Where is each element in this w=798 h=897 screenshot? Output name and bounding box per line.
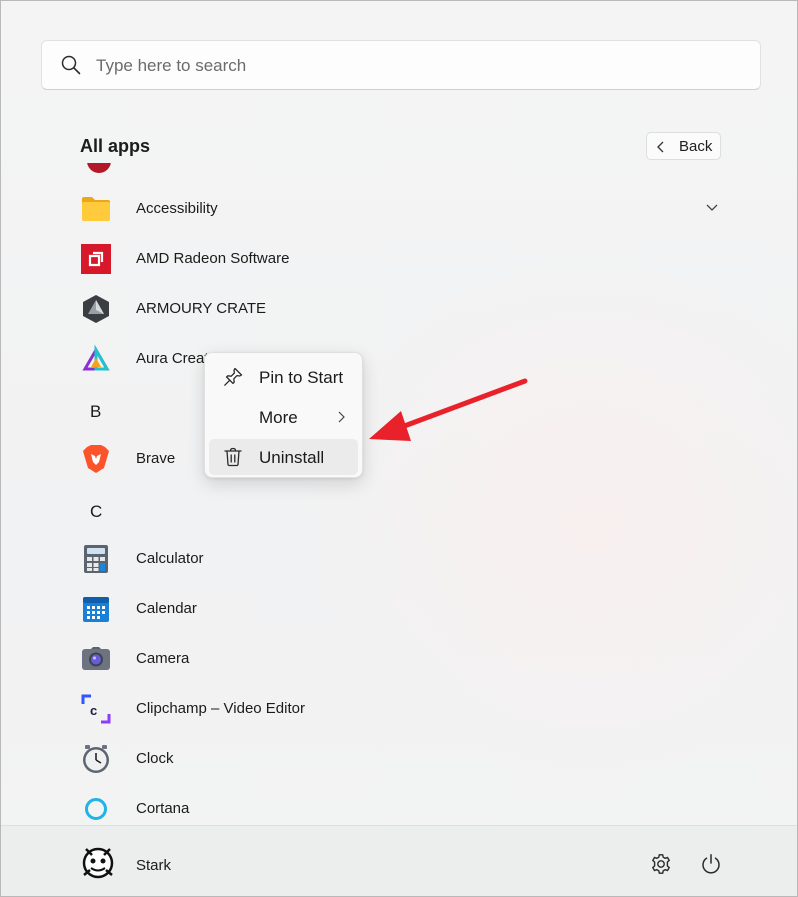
armoury-crate-icon	[80, 293, 112, 325]
aura-creator-icon	[80, 343, 112, 375]
app-name: Calendar	[136, 600, 197, 617]
power-icon[interactable]	[700, 853, 722, 875]
menu-item-more[interactable]: More	[209, 399, 358, 435]
search-icon	[61, 55, 81, 75]
gear-icon[interactable]	[650, 853, 672, 875]
menu-item-label: More	[259, 408, 298, 427]
menu-item-pin-to-start[interactable]: Pin to Start	[209, 359, 358, 395]
menu-item-label: Pin to Start	[259, 368, 344, 387]
clipchamp-icon: c	[80, 693, 112, 725]
pin-icon	[224, 367, 243, 386]
start-footer: Stark	[1, 825, 797, 896]
app-item-calendar[interactable]: Calendar	[1, 587, 761, 631]
app-name: Cortana	[136, 800, 190, 817]
app-name: AMD Radeon Software	[136, 250, 290, 267]
menu-item-uninstall[interactable]: Uninstall	[209, 439, 358, 475]
cortana-icon	[80, 793, 112, 825]
menu-item-label: Uninstall	[259, 448, 325, 467]
svg-text:c: c	[90, 703, 97, 718]
app-item-accessibility[interactable]: Accessibility	[1, 187, 761, 231]
back-button[interactable]: Back	[646, 132, 721, 160]
clock-icon	[80, 743, 112, 775]
chevron-down-icon[interactable]	[705, 202, 719, 214]
brave-icon	[80, 443, 112, 475]
search-input[interactable]: Type here to search	[96, 56, 246, 76]
annotation-arrow	[369, 378, 528, 441]
calendar-icon	[80, 593, 112, 625]
chevron-right-icon	[338, 411, 345, 423]
amd-radeon-icon	[80, 243, 112, 275]
app-item-amd-radeon[interactable]: AMD Radeon Software	[1, 237, 761, 281]
user-name[interactable]: Stark	[136, 857, 171, 874]
app-item-armoury-crate[interactable]: ARMOURY CRATE	[1, 287, 761, 331]
folder-icon	[80, 193, 112, 225]
app-item-camera[interactable]: Camera	[1, 637, 761, 681]
context-menu: Pin to Start More Uninstall	[204, 352, 363, 478]
app-name: Calculator	[136, 550, 204, 567]
page-title: All apps	[80, 136, 151, 156]
app-name: Clock	[136, 750, 174, 767]
trash-icon	[224, 447, 242, 467]
app-name: Brave	[136, 450, 176, 467]
app-name: Accessibility	[136, 200, 218, 217]
section-letter-b[interactable]: B	[90, 402, 101, 422]
app-name: Clipchamp – Video Editor	[136, 700, 305, 717]
section-letter-c[interactable]: C	[90, 502, 102, 522]
search-box[interactable]: Type here to search	[41, 40, 761, 90]
app-name: ARMOURY CRATE	[136, 300, 267, 317]
start-menu: Type here to search All apps Back Access…	[0, 0, 798, 897]
calculator-icon	[80, 543, 112, 575]
avatar[interactable]	[80, 845, 116, 881]
app-name: Camera	[136, 650, 190, 667]
app-item-clock[interactable]: Clock	[1, 737, 761, 781]
app-item-calculator[interactable]: Calculator	[1, 537, 761, 581]
chevron-left-icon	[657, 141, 664, 153]
partial-app-icon	[87, 163, 111, 173]
camera-icon	[80, 643, 112, 675]
back-button-label: Back	[679, 138, 713, 155]
app-item-clipchamp[interactable]: c Clipchamp – Video Editor	[1, 687, 761, 731]
